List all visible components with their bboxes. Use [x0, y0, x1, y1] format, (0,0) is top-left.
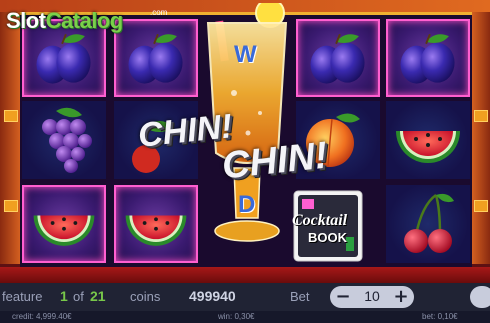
bet-label: Bet [290, 289, 310, 304]
bet-decrease-button[interactable]: − [332, 286, 354, 308]
plum-icon [310, 33, 365, 84]
reel-cell-plum [114, 19, 198, 97]
win-display: win: 0,30€ [218, 312, 255, 321]
reel-cell-cherries [386, 185, 470, 263]
frame-gem [474, 200, 488, 212]
logo-text: Slot [6, 8, 46, 33]
feature-label: feature [2, 289, 43, 304]
plum-icon [128, 33, 183, 84]
watermelon-icon [125, 215, 187, 246]
left-frame [0, 12, 20, 264]
bet-display: bet: 0,10€ [422, 312, 458, 321]
book-title: Cocktail [292, 212, 348, 229]
coins-value: 499940 [189, 288, 236, 304]
menu-button[interactable] [470, 286, 490, 308]
feature-total: 21 [90, 288, 106, 304]
reel-cell-grapes [22, 101, 106, 179]
frame-gem [4, 110, 18, 122]
book-subtitle: BOOK [308, 230, 347, 245]
wild-letter: W [234, 41, 257, 68]
bet-increase-button[interactable]: + [390, 286, 412, 308]
feature-current: 1 [60, 288, 68, 304]
coins-label: coins [130, 289, 161, 304]
frame-gem [474, 110, 488, 122]
slotcatalog-logo: SlotCatalog [6, 8, 123, 34]
status-strip [0, 267, 490, 283]
reel-cell-watermelon [22, 185, 106, 263]
bet-value: 10 [364, 288, 380, 304]
logo-domain: .com [150, 8, 168, 17]
grapes-icon [42, 107, 92, 173]
logo-accent-text: Catalog [45, 8, 124, 33]
right-frame [472, 12, 490, 264]
watermelon-icon [396, 131, 460, 163]
reel-cell-plum [386, 19, 470, 97]
cherries-icon [404, 193, 454, 253]
reel-cell-plum [296, 19, 380, 97]
reel-cell-watermelon [114, 185, 198, 263]
reel-area: W D [20, 0, 472, 270]
credit-display: credit: 4,999.40€ [12, 312, 72, 321]
frame-gem [4, 200, 18, 212]
bet-stepper: − 10 + [330, 286, 414, 308]
watermelon-icon [33, 215, 95, 246]
wild-letter: D [238, 191, 256, 218]
feature-of: of [73, 289, 84, 304]
reel-cell-watermelon [386, 101, 470, 179]
plum-icon [400, 33, 455, 84]
